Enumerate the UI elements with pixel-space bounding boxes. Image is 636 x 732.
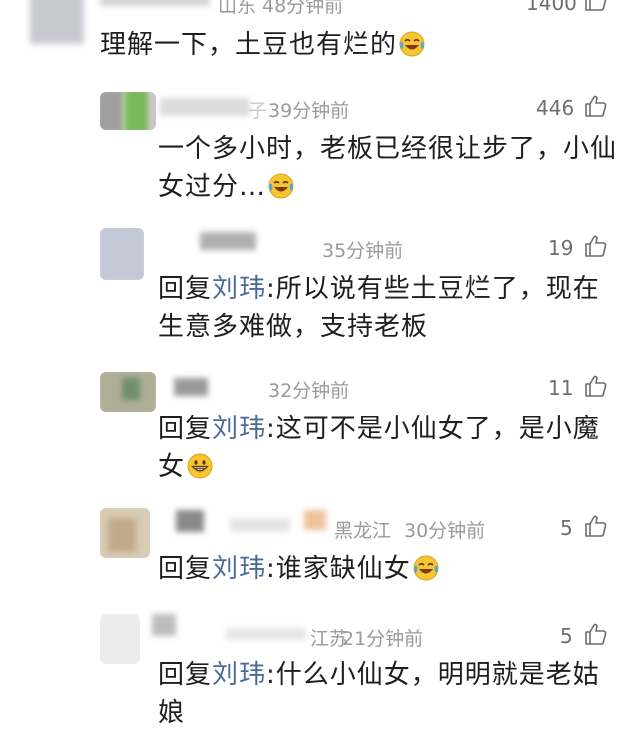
like-count: 1400 bbox=[526, 0, 577, 15]
timestamp: 30分钟前 bbox=[404, 520, 486, 542]
username-fragment: 子 bbox=[248, 100, 268, 122]
avatar[interactable] bbox=[30, 0, 84, 44]
reply-mention[interactable]: 刘玮 bbox=[212, 274, 266, 304]
thumbs-up-icon[interactable] bbox=[584, 374, 608, 398]
reply-mention[interactable]: 刘玮 bbox=[212, 660, 266, 690]
username-redacted bbox=[304, 510, 326, 530]
like-count: 5 bbox=[560, 516, 573, 540]
like-count: 5 bbox=[560, 624, 573, 648]
location-label: 山东 bbox=[218, 0, 257, 17]
reply-prefix: 回复 bbox=[158, 274, 213, 304]
comment-text: 回复刘玮:什么小仙女，明明就是老姑 娘 bbox=[158, 660, 600, 728]
comment-text: 回复刘玮:谁家缺仙女 bbox=[158, 550, 439, 588]
timestamp: 48分钟前 bbox=[262, 0, 344, 17]
reply-prefix: 回复 bbox=[158, 660, 213, 690]
comment-text: 理解一下，土豆也有烂的 bbox=[100, 26, 425, 64]
thumbs-up-icon[interactable] bbox=[584, 234, 608, 258]
timestamp: 35分钟前 bbox=[322, 240, 404, 262]
username-redacted bbox=[152, 614, 176, 636]
avatar[interactable] bbox=[100, 508, 150, 558]
thumbs-up-icon[interactable] bbox=[584, 94, 608, 118]
avatar[interactable] bbox=[100, 228, 144, 280]
thumbs-up-icon[interactable] bbox=[584, 514, 608, 538]
reply-prefix: 回复 bbox=[158, 414, 213, 444]
grin-emoji bbox=[187, 453, 213, 479]
thumbs-up-icon[interactable] bbox=[584, 622, 608, 646]
like-count: 446 bbox=[536, 96, 575, 120]
like-count: 11 bbox=[548, 376, 574, 400]
username-redacted bbox=[200, 232, 256, 250]
location-label: 黑龙江 bbox=[334, 520, 392, 542]
laugh-cry-emoji bbox=[413, 555, 439, 581]
username-redacted bbox=[100, 0, 210, 6]
timestamp: 39分钟前 bbox=[268, 100, 350, 122]
avatar[interactable] bbox=[100, 614, 140, 664]
comment-text: 回复刘玮:所以说有些土豆烂了，现在 生意多难做，支持老板 bbox=[158, 274, 600, 342]
username-redacted bbox=[160, 98, 250, 116]
laugh-cry-emoji bbox=[399, 31, 425, 57]
avatar[interactable] bbox=[100, 372, 156, 412]
username-redacted bbox=[226, 628, 306, 640]
comment-text: 一个多小时，老板已经很让步了，小仙 女过分… bbox=[158, 134, 618, 202]
laugh-cry-emoji bbox=[268, 173, 294, 199]
reply-mention[interactable]: 刘玮 bbox=[212, 554, 266, 584]
comment-text: 回复刘玮:这可不是小仙女了，是小魔 女 bbox=[158, 414, 600, 482]
username-redacted bbox=[176, 510, 204, 532]
username-redacted bbox=[230, 518, 290, 532]
like-count: 19 bbox=[548, 236, 574, 260]
username-redacted bbox=[174, 378, 208, 396]
reply-prefix: 回复 bbox=[158, 554, 213, 584]
timestamp: 32分钟前 bbox=[268, 380, 350, 402]
timestamp: 21分钟前 bbox=[342, 628, 424, 650]
avatar[interactable] bbox=[100, 92, 156, 130]
thumbs-up-icon[interactable] bbox=[584, 0, 608, 12]
reply-mention[interactable]: 刘玮 bbox=[212, 414, 266, 444]
